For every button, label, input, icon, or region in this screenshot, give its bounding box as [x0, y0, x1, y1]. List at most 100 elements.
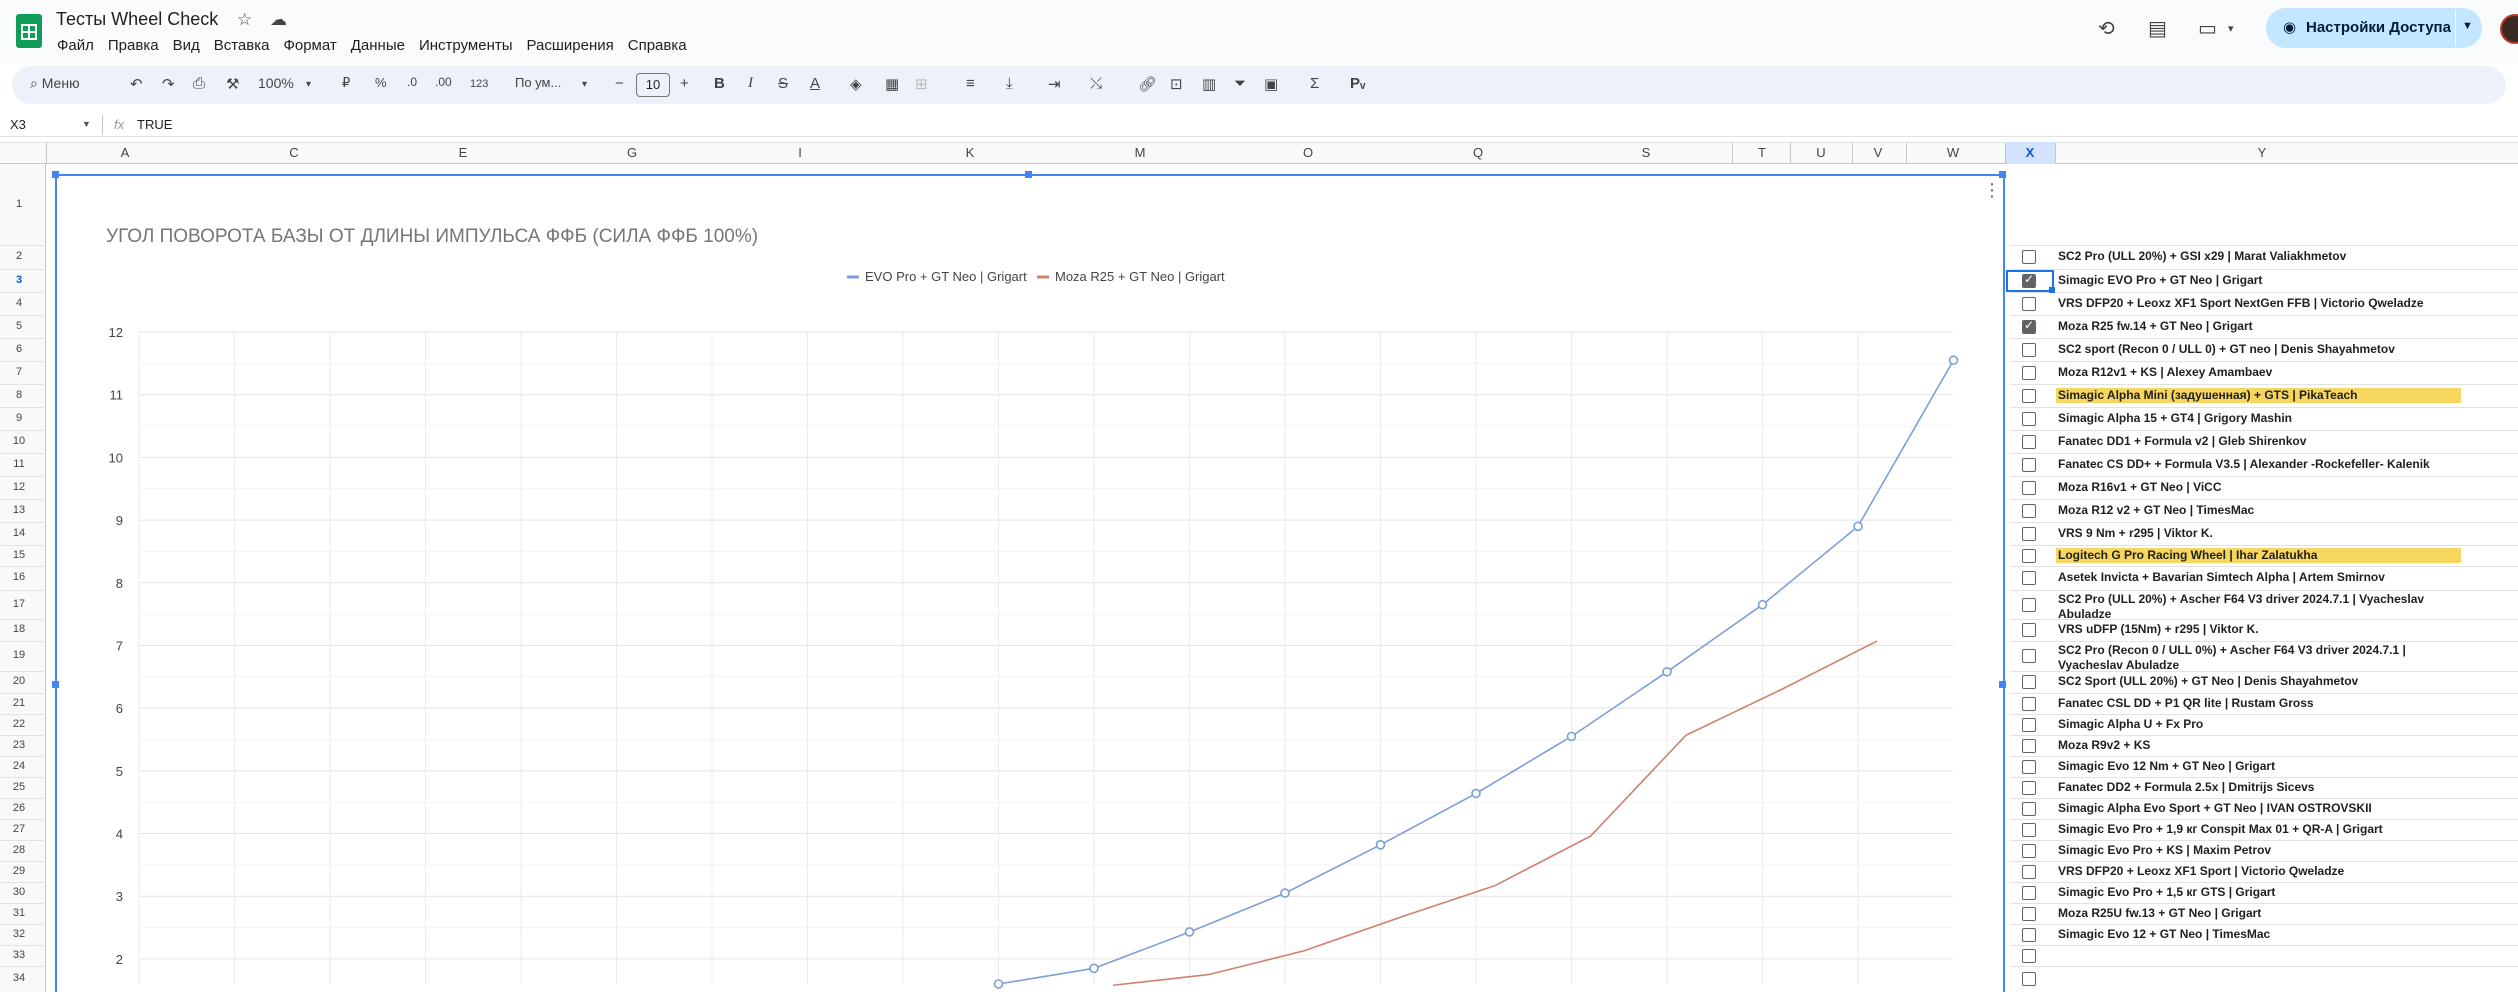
checkbox[interactable] [2022, 481, 2036, 495]
row-header-33[interactable]: 33 [0, 949, 38, 961]
row-header-7[interactable]: 7 [0, 366, 38, 378]
font-size-increase-button[interactable]: + [680, 75, 689, 92]
checkbox[interactable] [2022, 697, 2036, 711]
row-header-29[interactable]: 29 [0, 865, 38, 877]
merge-cells-icon[interactable]: ⊞ [915, 75, 928, 93]
menu-data[interactable]: Данные [344, 36, 412, 56]
row-header-16[interactable]: 16 [0, 571, 38, 583]
cloud-status-icon[interactable]: ☁ [270, 10, 287, 30]
column-header-q[interactable]: Q [1470, 145, 1486, 160]
row-header-19[interactable]: 19 [0, 649, 38, 661]
text-color-icon[interactable]: A [810, 75, 820, 92]
row-header-4[interactable]: 4 [0, 297, 38, 309]
checkbox[interactable] [2022, 318, 2036, 334]
chevron-down-icon[interactable]: ▾ [582, 79, 587, 90]
checkbox[interactable] [2022, 718, 2036, 732]
borders-icon[interactable]: ▦ [885, 75, 899, 93]
checkbox[interactable] [2022, 760, 2036, 774]
row-header-15[interactable]: 15 [0, 549, 38, 561]
checkbox[interactable] [2022, 972, 2036, 986]
functions-icon[interactable]: Σ [1310, 75, 1319, 92]
menu-file[interactable]: Файл [50, 36, 101, 56]
checkbox[interactable] [2022, 886, 2036, 900]
undo-icon[interactable]: ↶ [130, 75, 143, 93]
row-header-1[interactable]: 1 [0, 198, 38, 210]
column-header-c[interactable]: C [286, 145, 302, 160]
chevron-down-icon[interactable]: ▾ [2228, 22, 2234, 35]
insert-comment-icon[interactable]: ⊡ [1170, 75, 1183, 93]
row-header-23[interactable]: 23 [0, 739, 38, 751]
search-menus[interactable]: ⌕ Меню [30, 75, 80, 92]
checkbox[interactable] [2022, 250, 2036, 264]
sheets-logo-icon[interactable] [16, 14, 42, 48]
checkbox[interactable] [2022, 649, 2036, 663]
menu-view[interactable]: Вид [166, 36, 207, 56]
checkbox[interactable] [2022, 739, 2036, 753]
insert-chart-icon[interactable]: ▥ [1202, 75, 1216, 93]
checkbox[interactable] [2022, 549, 2036, 563]
row-header-34[interactable]: 34 [0, 972, 38, 984]
checkbox[interactable] [2022, 435, 2036, 449]
row-header-27[interactable]: 27 [0, 823, 38, 835]
font-size-input[interactable]: 10 [636, 73, 670, 97]
column-header-o[interactable]: O [1300, 145, 1316, 160]
column-header-i[interactable]: I [792, 145, 808, 160]
checkbox[interactable] [2022, 297, 2036, 311]
column-header-v[interactable]: V [1870, 145, 1886, 160]
row-header-20[interactable]: 20 [0, 675, 38, 687]
row-header-31[interactable]: 31 [0, 907, 38, 919]
fill-handle[interactable] [2049, 287, 2055, 293]
row-header-5[interactable]: 5 [0, 320, 38, 332]
row-header-22[interactable]: 22 [0, 718, 38, 730]
strikethrough-icon[interactable]: S [778, 75, 788, 92]
checkbox[interactable] [2022, 928, 2036, 942]
column-header-w[interactable]: W [1945, 145, 1961, 160]
menu-help[interactable]: Справка [621, 36, 694, 56]
checkbox[interactable] [2022, 823, 2036, 837]
name-box[interactable]: X3 [10, 117, 26, 132]
percent-format-button[interactable]: % [375, 75, 387, 90]
row-header-3[interactable]: 3 [0, 274, 38, 286]
row-header-13[interactable]: 13 [0, 504, 38, 516]
column-header-s[interactable]: S [1638, 145, 1654, 160]
checkbox[interactable] [2022, 802, 2036, 816]
column-header-g[interactable]: G [624, 145, 640, 160]
checkbox[interactable] [2022, 598, 2036, 612]
column-header-x[interactable]: X [2022, 145, 2038, 160]
text-rotation-icon[interactable]: ⤯ [1090, 75, 1102, 92]
column-header-k[interactable]: K [962, 145, 978, 160]
chevron-down-icon[interactable]: ▼ [82, 119, 91, 129]
row-header-11[interactable]: 11 [0, 458, 38, 470]
row-header-8[interactable]: 8 [0, 389, 38, 401]
row-header-28[interactable]: 28 [0, 844, 38, 856]
row-header-12[interactable]: 12 [0, 481, 38, 493]
redo-icon[interactable]: ↷ [162, 75, 175, 93]
row-header-9[interactable]: 9 [0, 412, 38, 424]
checkbox[interactable] [2022, 366, 2036, 380]
meet-icon[interactable]: ▭ [2198, 16, 2217, 41]
vertical-align-icon[interactable]: ⤓ [1006, 75, 1013, 92]
row-header-10[interactable]: 10 [0, 435, 38, 447]
checkbox[interactable] [2022, 412, 2036, 426]
print-icon[interactable]: ⎙ [193, 75, 205, 92]
currency-format-button[interactable]: ₽ [342, 75, 350, 91]
horizontal-align-icon[interactable]: ≡ [966, 75, 975, 92]
checkbox[interactable] [2022, 343, 2036, 357]
italic-icon[interactable]: I [748, 75, 753, 92]
checkbox[interactable] [2022, 571, 2036, 585]
increase-decimals-button[interactable]: .00 [435, 75, 452, 89]
checkbox[interactable] [2022, 781, 2036, 795]
number-format-button[interactable]: 123 [470, 78, 488, 90]
checkbox[interactable] [2022, 458, 2036, 472]
row-header-14[interactable]: 14 [0, 527, 38, 539]
column-header-y[interactable]: Y [2254, 145, 2270, 160]
checkbox[interactable] [2022, 527, 2036, 541]
selected-cell-x3[interactable] [2006, 270, 2054, 292]
zoom-select[interactable]: 100% [258, 75, 294, 91]
checkbox[interactable] [2022, 504, 2036, 518]
row-header-18[interactable]: 18 [0, 623, 38, 635]
checkbox[interactable] [2022, 844, 2036, 858]
row-header-32[interactable]: 32 [0, 928, 38, 940]
checkbox[interactable] [2022, 675, 2036, 689]
insert-link-icon[interactable]: 🔗︎ [1138, 75, 1157, 93]
